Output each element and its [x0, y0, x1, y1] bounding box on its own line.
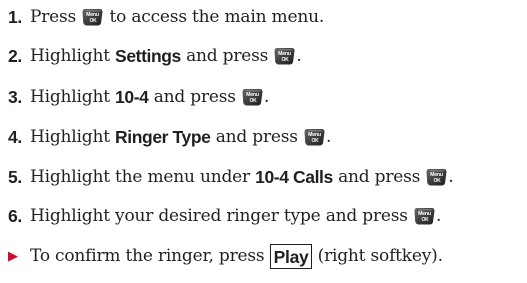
step-3: 3. Highlight 10-4 and press Menu OK . — [8, 82, 269, 112]
step-number: 1. — [8, 6, 22, 27]
step-text: to access the main menu. — [104, 7, 325, 27]
svg-text:OK: OK — [249, 98, 257, 104]
note-text-after: (right softkey). — [312, 246, 443, 266]
step-number: 2. — [8, 45, 22, 66]
step-number: 3. — [8, 86, 22, 107]
menu-item-name: 10-4 — [115, 86, 149, 107]
confirm-note: ▶ To confirm the ringer, press Play (rig… — [8, 241, 443, 271]
step-text: and press — [148, 87, 241, 107]
play-softkey-label: Play — [269, 243, 313, 269]
svg-text:OK: OK — [311, 138, 319, 144]
step-text: Highlight your desired ringer type and p… — [30, 206, 413, 226]
menu-ok-key-icon: Menu OK — [274, 47, 295, 65]
red-triangle-arrow-icon: ▶ — [8, 248, 18, 264]
step-text: Highlight the menu under — [30, 167, 256, 187]
step-text: . — [436, 206, 442, 226]
step-4: 4. Highlight Ringer Type and press Menu O… — [8, 122, 331, 152]
svg-text:OK: OK — [421, 217, 429, 223]
step-number: 6. — [8, 205, 22, 226]
note-text-before: To confirm the ringer, press — [30, 246, 270, 266]
svg-text:OK: OK — [90, 18, 98, 24]
menu-item-name: Settings — [115, 45, 181, 66]
step-text: and press — [332, 167, 426, 187]
svg-text:OK: OK — [282, 57, 290, 63]
svg-text:OK: OK — [434, 178, 442, 184]
menu-ok-key-icon: Menu OK — [426, 168, 447, 186]
step-number: 4. — [8, 126, 22, 147]
step-text: . — [325, 127, 332, 147]
menu-item-name: 10-4 Calls — [255, 166, 333, 187]
step-text: . — [263, 87, 270, 107]
menu-ok-key-icon: Menu OK — [414, 207, 435, 225]
step-number: 5. — [8, 166, 22, 187]
step-2: 2. Highlight Settings and press Menu OK . — [8, 41, 302, 71]
step-text: Highlight — [30, 46, 116, 66]
step-text: and press — [180, 46, 274, 66]
menu-item-name: Ringer Type — [115, 126, 211, 147]
menu-ok-key-icon: Menu OK — [304, 128, 325, 146]
menu-ok-key-icon: Menu OK — [242, 88, 263, 106]
step-1: 1. Press Menu OK to access the main menu. — [8, 2, 324, 32]
step-text: . — [448, 167, 454, 187]
menu-ok-key-icon: Menu OK — [82, 8, 103, 26]
step-text: and press — [210, 127, 303, 147]
step-text: Highlight — [30, 127, 116, 147]
step-6: 6. Highlight your desired ringer type and… — [8, 201, 441, 231]
step-text: Highlight — [30, 87, 116, 107]
step-text: . — [296, 46, 302, 66]
step-5: 5. Highlight the menu under 10-4 Calls an… — [8, 162, 454, 192]
step-text: Press — [30, 7, 82, 27]
